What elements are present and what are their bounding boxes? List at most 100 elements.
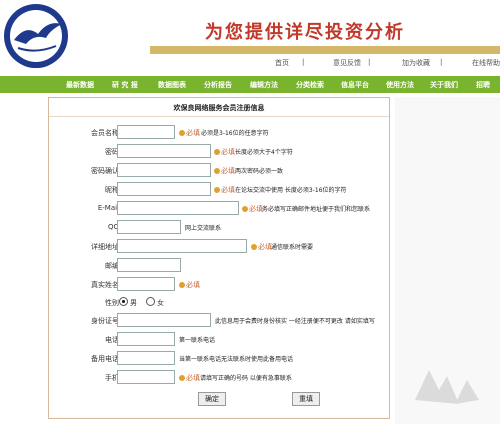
backup-phone-label: 备用电话 (91, 355, 119, 363)
password-hint: 长度必须大于4个字符 (235, 149, 293, 156)
nav-item-reports[interactable]: 分析报告 (204, 80, 232, 90)
nav-item-research[interactable]: 研 究 报 (112, 80, 138, 90)
separator: | (368, 58, 371, 66)
form-row-phone: 电话 第一联系电话 (49, 332, 389, 346)
gender-male-radio[interactable] (119, 297, 128, 306)
form-row-gender: 性别 男 女 (49, 295, 389, 309)
logo[interactable] (4, 4, 68, 68)
mobile-hint: 请填写正确的号码 以便有急事联系 (200, 375, 292, 382)
nav-item-latest-data[interactable]: 最新数据 (66, 80, 94, 90)
form-row-real-name: 真实姓名 必填 (49, 277, 389, 291)
bird-logo-icon (14, 23, 62, 52)
gender-label: 性别 (105, 299, 119, 307)
member-name-label: 会员名称 (91, 129, 119, 137)
phone-input[interactable] (117, 332, 175, 346)
qq-hint: 网上交流联系 (185, 225, 222, 232)
separator: | (440, 58, 443, 66)
required-icon (179, 130, 185, 136)
form-row-id-number: 身份证号 此信息用于会费时身份核实 一经注册便不可更改 请如实填写 (49, 313, 389, 327)
required-icon (251, 244, 257, 250)
required-marker: 必填 (179, 128, 200, 138)
email-label: E-Mail (97, 204, 119, 212)
nav-item-about[interactable]: 关于我们 (430, 80, 458, 90)
password-confirm-input[interactable] (117, 163, 211, 177)
main-nav: 最新数据 研 究 报 数据图表 分析报告 编辑方法 分类检索 信息平台 使用方法… (0, 76, 500, 93)
submit-button[interactable]: 确定 (198, 392, 226, 406)
nickname-input[interactable] (117, 182, 211, 196)
nav-item-usage[interactable]: 使用方法 (386, 80, 414, 90)
registration-form: 欢保良网络服务会员注册信息 会员名称 必填 必须是3-16位的任意字符 密码 必… (48, 97, 390, 419)
form-row-backup-phone: 备用电话 当第一联系电话无法联系时使用此备用电话 (49, 351, 389, 365)
required-marker: 必填 (242, 204, 263, 214)
real-name-input[interactable] (117, 277, 175, 291)
password-input[interactable] (117, 144, 211, 158)
backup-phone-hint: 当第一联系电话无法联系时使用此备用电话 (179, 356, 294, 363)
required-marker: 必填 (214, 147, 235, 157)
required-marker: 必填 (214, 166, 235, 176)
address-hint: 通信联系时需要 (271, 244, 314, 251)
password-confirm-label: 密码确认 (91, 167, 119, 175)
required-icon (214, 149, 220, 155)
member-name-input[interactable] (117, 125, 175, 139)
form-row-zip: 邮编 (49, 258, 389, 272)
required-marker: 必填 (179, 373, 200, 383)
form-row-member-name: 会员名称 必填 必须是3-16位的任意字符 (49, 125, 389, 139)
nav-item-charts[interactable]: 数据图表 (158, 80, 186, 90)
gender-male-label: 男 (130, 299, 137, 307)
email-input[interactable] (117, 201, 239, 215)
top-links: 首页 | 意见反馈 | 加为收藏 | 在线帮助 (150, 56, 500, 70)
required-icon (214, 187, 220, 193)
nickname-hint: 在论坛交流中使用 长度必须3-16位的字符 (235, 187, 347, 194)
id-number-input[interactable] (117, 313, 211, 327)
help-link[interactable]: 在线帮助 (472, 58, 500, 68)
gender-female-radio[interactable] (146, 297, 155, 306)
password-confirm-hint: 两次密码必须一致 (235, 168, 284, 175)
home-link[interactable]: 首页 (275, 58, 289, 68)
required-icon (179, 375, 185, 381)
feedback-link[interactable]: 意见反馈 (333, 58, 361, 68)
nav-item-methods[interactable]: 编辑方法 (250, 80, 278, 90)
required-icon (214, 168, 220, 174)
form-row-password-confirm: 密码确认 必填 两次密码必须一致 (49, 163, 389, 177)
qq-label: QQ (107, 223, 119, 231)
header: 为您提供详尽投资分析 首页 | 意见反馈 | 加为收藏 | 在线帮助 (0, 0, 500, 72)
bookmark-link[interactable]: 加为收藏 (402, 58, 430, 68)
gender-female-label: 女 (157, 299, 164, 307)
zip-label: 邮编 (105, 262, 119, 270)
form-row-nickname: 昵称 必填 在论坛交流中使用 长度必须3-16位的字符 (49, 182, 389, 196)
required-marker: 必填 (214, 185, 235, 195)
backup-phone-input[interactable] (117, 351, 175, 365)
member-name-hint: 必须是3-16位的任意字符 (201, 130, 269, 137)
nav-item-search[interactable]: 分类检索 (296, 80, 324, 90)
reset-button[interactable]: 重填 (292, 392, 320, 406)
form-row-email: E-Mail 必填 务必填写正确邮件地址便于我们和您联系 (49, 201, 389, 215)
id-number-hint: 此信息用于会费时身份核实 一经注册便不可更改 请如实填写 (215, 318, 375, 325)
nav-item-platform[interactable]: 信息平台 (341, 80, 369, 90)
header-divider-bar (150, 46, 500, 54)
form-row-mobile: 手机 必填 请填写正确的号码 以便有急事联系 (49, 370, 389, 384)
slogan: 为您提供详尽投资分析 (205, 22, 405, 43)
password-label: 密码 (105, 148, 119, 156)
required-marker: 必填 (179, 280, 200, 290)
mobile-label: 手机 (105, 374, 119, 382)
form-row-password: 密码 必填 长度必须大于4个字符 (49, 144, 389, 158)
phone-hint: 第一联系电话 (179, 337, 216, 344)
address-label: 详细地址 (91, 243, 119, 251)
id-number-label: 身份证号 (91, 317, 119, 325)
real-name-label: 真实姓名 (91, 281, 119, 289)
qq-input[interactable] (117, 220, 181, 234)
phone-label: 电话 (105, 336, 119, 344)
watermark-icon (415, 370, 479, 404)
form-title: 欢保良网络服务会员注册信息 (173, 104, 265, 112)
form-row-address: 详细地址 必填 通信联系时需要 (49, 239, 389, 253)
logo-text (22, 66, 52, 68)
required-icon (179, 282, 185, 288)
separator: | (302, 58, 305, 66)
required-marker: 必填 (251, 242, 272, 252)
mobile-input[interactable] (117, 370, 175, 384)
divider (49, 116, 389, 117)
zip-input[interactable] (117, 258, 181, 272)
nav-item-jobs[interactable]: 招聘 (476, 80, 490, 90)
address-input[interactable] (117, 239, 247, 253)
required-icon (242, 206, 248, 212)
